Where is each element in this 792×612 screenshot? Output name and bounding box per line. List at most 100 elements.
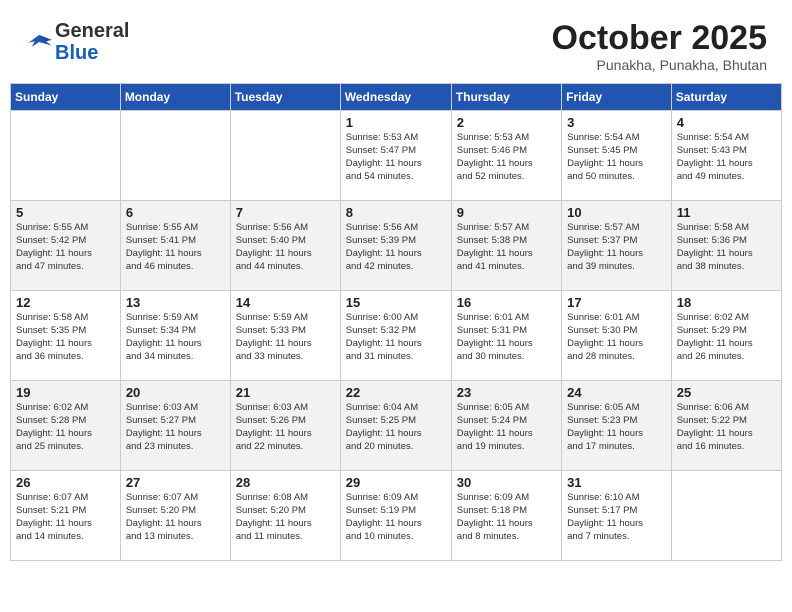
- day-number: 22: [346, 385, 446, 400]
- calendar-cell: 3 Sunrise: 5:54 AM Sunset: 5:45 PM Daylig…: [562, 111, 672, 201]
- day-number: 31: [567, 475, 666, 490]
- day-number: 21: [236, 385, 335, 400]
- day-number: 6: [126, 205, 225, 220]
- calendar-cell: [11, 111, 121, 201]
- calendar-cell: 2 Sunrise: 5:53 AM Sunset: 5:46 PM Daylig…: [451, 111, 561, 201]
- day-info: Sunrise: 6:07 AM Sunset: 5:20 PM Dayligh…: [126, 492, 225, 543]
- calendar-cell: [120, 111, 230, 201]
- calendar-cell: 9 Sunrise: 5:57 AM Sunset: 5:38 PM Daylig…: [451, 201, 561, 291]
- day-number: 4: [677, 115, 776, 130]
- day-info: Sunrise: 5:58 AM Sunset: 5:35 PM Dayligh…: [16, 312, 115, 363]
- day-number: 3: [567, 115, 666, 130]
- calendar-cell: 25Sunrise: 6:06 AM Sunset: 5:22 PM Dayli…: [671, 381, 781, 471]
- day-number: 12: [16, 295, 115, 310]
- weekday-header-friday: Friday: [562, 84, 672, 111]
- weekday-header-sunday: Sunday: [11, 84, 121, 111]
- day-info: Sunrise: 5:56 AM Sunset: 5:39 PM Dayligh…: [346, 222, 446, 273]
- day-number: 28: [236, 475, 335, 490]
- day-number: 29: [346, 475, 446, 490]
- day-info: Sunrise: 6:04 AM Sunset: 5:25 PM Dayligh…: [346, 402, 446, 453]
- day-number: 18: [677, 295, 776, 310]
- calendar-cell: 14Sunrise: 5:59 AM Sunset: 5:33 PM Dayli…: [230, 291, 340, 381]
- day-info: Sunrise: 5:57 AM Sunset: 5:37 PM Dayligh…: [567, 222, 666, 273]
- day-number: 1: [346, 115, 446, 130]
- week-row-5: 26Sunrise: 6:07 AM Sunset: 5:21 PM Dayli…: [11, 471, 782, 561]
- day-number: 16: [457, 295, 556, 310]
- calendar-cell: 27 Sunrise: 6:07 AM Sunset: 5:20 PM Dayli…: [120, 471, 230, 561]
- calendar-cell: [671, 471, 781, 561]
- calendar-cell: 15Sunrise: 6:00 AM Sunset: 5:32 PM Dayli…: [340, 291, 451, 381]
- day-info: Sunrise: 6:06 AM Sunset: 5:22 PM Dayligh…: [677, 402, 776, 453]
- month-title: October 2025: [552, 20, 767, 57]
- day-info: Sunrise: 6:09 AM Sunset: 5:18 PM Dayligh…: [457, 492, 556, 543]
- calendar-cell: 1 Sunrise: 5:53 AM Sunset: 5:47 PM Daylig…: [340, 111, 451, 201]
- day-info: Sunrise: 5:53 AM Sunset: 5:46 PM Dayligh…: [457, 132, 556, 183]
- calendar-cell: 29 Sunrise: 6:09 AM Sunset: 5:19 PM Dayli…: [340, 471, 451, 561]
- day-info: Sunrise: 5:55 AM Sunset: 5:42 PM Dayligh…: [16, 222, 115, 273]
- day-info: Sunrise: 5:53 AM Sunset: 5:47 PM Dayligh…: [346, 132, 446, 183]
- calendar-cell: 11 Sunrise: 5:58 AM Sunset: 5:36 PM Dayli…: [671, 201, 781, 291]
- day-info: Sunrise: 6:02 AM Sunset: 5:29 PM Dayligh…: [677, 312, 776, 363]
- day-number: 30: [457, 475, 556, 490]
- day-number: 10: [567, 205, 666, 220]
- day-number: 2: [457, 115, 556, 130]
- calendar-table: SundayMondayTuesdayWednesdayThursdayFrid…: [10, 83, 782, 561]
- day-number: 9: [457, 205, 556, 220]
- weekday-header-wednesday: Wednesday: [340, 84, 451, 111]
- day-info: Sunrise: 5:58 AM Sunset: 5:36 PM Dayligh…: [677, 222, 776, 273]
- calendar-cell: 7 Sunrise: 5:56 AM Sunset: 5:40 PM Daylig…: [230, 201, 340, 291]
- day-info: Sunrise: 6:10 AM Sunset: 5:17 PM Dayligh…: [567, 492, 666, 543]
- day-info: Sunrise: 6:07 AM Sunset: 5:21 PM Dayligh…: [16, 492, 115, 543]
- logo-text-general: General: [55, 20, 129, 42]
- day-info: Sunrise: 6:02 AM Sunset: 5:28 PM Dayligh…: [16, 402, 115, 453]
- day-number: 24: [567, 385, 666, 400]
- calendar-cell: 12 Sunrise: 5:58 AM Sunset: 5:35 PM Dayli…: [11, 291, 121, 381]
- day-info: Sunrise: 6:08 AM Sunset: 5:20 PM Dayligh…: [236, 492, 335, 543]
- calendar-cell: 31 Sunrise: 6:10 AM Sunset: 5:17 PM Dayli…: [562, 471, 672, 561]
- week-row-1: 1 Sunrise: 5:53 AM Sunset: 5:47 PM Daylig…: [11, 111, 782, 201]
- day-info: Sunrise: 6:05 AM Sunset: 5:24 PM Dayligh…: [457, 402, 556, 453]
- day-info: Sunrise: 6:03 AM Sunset: 5:27 PM Dayligh…: [126, 402, 225, 453]
- calendar-cell: 13 Sunrise: 5:59 AM Sunset: 5:34 PM Dayli…: [120, 291, 230, 381]
- day-number: 11: [677, 205, 776, 220]
- day-info: Sunrise: 5:57 AM Sunset: 5:38 PM Dayligh…: [457, 222, 556, 273]
- day-info: Sunrise: 5:59 AM Sunset: 5:33 PM Dayligh…: [236, 312, 335, 363]
- logo: General Blue: [25, 20, 129, 64]
- day-number: 19: [16, 385, 115, 400]
- day-info: Sunrise: 5:59 AM Sunset: 5:34 PM Dayligh…: [126, 312, 225, 363]
- day-number: 23: [457, 385, 556, 400]
- weekday-header-monday: Monday: [120, 84, 230, 111]
- calendar-cell: 26Sunrise: 6:07 AM Sunset: 5:21 PM Dayli…: [11, 471, 121, 561]
- calendar-cell: 4Sunrise: 5:54 AM Sunset: 5:43 PM Daylig…: [671, 111, 781, 201]
- calendar-cell: 28 Sunrise: 6:08 AM Sunset: 5:20 PM Dayli…: [230, 471, 340, 561]
- calendar-cell: 17Sunrise: 6:01 AM Sunset: 5:30 PM Dayli…: [562, 291, 672, 381]
- calendar-cell: 6 Sunrise: 5:55 AM Sunset: 5:41 PM Daylig…: [120, 201, 230, 291]
- week-row-4: 19 Sunrise: 6:02 AM Sunset: 5:28 PM Dayli…: [11, 381, 782, 471]
- day-info: Sunrise: 5:54 AM Sunset: 5:45 PM Dayligh…: [567, 132, 666, 183]
- location-subtitle: Punakha, Punakha, Bhutan: [552, 57, 767, 73]
- day-info: Sunrise: 6:01 AM Sunset: 5:31 PM Dayligh…: [457, 312, 556, 363]
- day-number: 27: [126, 475, 225, 490]
- day-number: 17: [567, 295, 666, 310]
- calendar-cell: [230, 111, 340, 201]
- day-number: 15: [346, 295, 446, 310]
- weekday-header-saturday: Saturday: [671, 84, 781, 111]
- weekday-header-thursday: Thursday: [451, 84, 561, 111]
- title-block: October 2025 Punakha, Punakha, Bhutan: [552, 20, 767, 73]
- day-number: 13: [126, 295, 225, 310]
- weekday-header-tuesday: Tuesday: [230, 84, 340, 111]
- logo-icon: [25, 31, 53, 53]
- day-info: Sunrise: 5:56 AM Sunset: 5:40 PM Dayligh…: [236, 222, 335, 273]
- calendar-cell: 22 Sunrise: 6:04 AM Sunset: 5:25 PM Dayli…: [340, 381, 451, 471]
- day-number: 7: [236, 205, 335, 220]
- day-info: Sunrise: 6:09 AM Sunset: 5:19 PM Dayligh…: [346, 492, 446, 543]
- logo-text-blue: Blue: [55, 42, 129, 64]
- page-header: General Blue October 2025 Punakha, Punak…: [10, 10, 782, 78]
- day-number: 8: [346, 205, 446, 220]
- calendar-cell: 10 Sunrise: 5:57 AM Sunset: 5:37 PM Dayli…: [562, 201, 672, 291]
- week-row-2: 5Sunrise: 5:55 AM Sunset: 5:42 PM Daylig…: [11, 201, 782, 291]
- calendar-cell: 30 Sunrise: 6:09 AM Sunset: 5:18 PM Dayli…: [451, 471, 561, 561]
- day-info: Sunrise: 5:55 AM Sunset: 5:41 PM Dayligh…: [126, 222, 225, 273]
- day-info: Sunrise: 6:03 AM Sunset: 5:26 PM Dayligh…: [236, 402, 335, 453]
- day-number: 20: [126, 385, 225, 400]
